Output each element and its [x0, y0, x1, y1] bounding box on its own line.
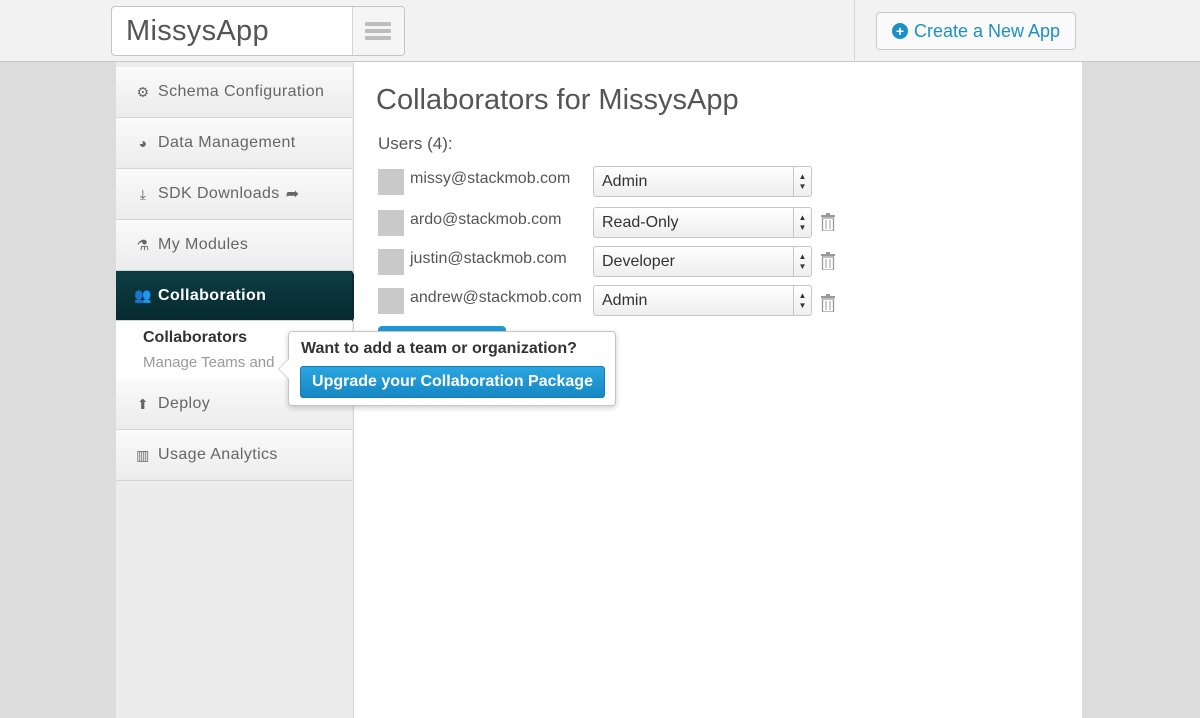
sidebar-item-usage-analytics[interactable]: ▥ Usage Analytics: [116, 430, 352, 481]
hamburger-icon: [365, 22, 391, 26]
upgrade-popover: Want to add a team or organization? Upgr…: [278, 331, 616, 406]
page-title: Collaborators for MissysApp: [376, 84, 739, 116]
flask-icon: ⚗: [136, 236, 150, 253]
share-arrow-icon: ➦: [285, 186, 300, 203]
trash-icon[interactable]: [821, 252, 835, 270]
role-value: Read-Only: [602, 214, 679, 231]
user-email: justin@stackmob.com: [410, 250, 567, 267]
sidebar-item-label: Collaboration: [158, 286, 267, 304]
users-count-label: Users (4):: [378, 134, 453, 153]
upgrade-collaboration-button[interactable]: Upgrade your Collaboration Package: [300, 366, 605, 398]
sidebar-item-label: Deploy: [158, 395, 211, 412]
hamburger-icon-bar: [365, 29, 391, 33]
user-email: missy@stackmob.com: [410, 170, 571, 187]
create-new-app-label: Create a New App: [913, 20, 1061, 41]
download-icon: ⤓: [139, 185, 147, 202]
user-email: andrew@stackmob.com: [410, 289, 582, 306]
trash-icon[interactable]: [821, 294, 835, 312]
sidebar-item-schema-configuration[interactable]: ⚙ Schema Configuration: [116, 67, 352, 118]
bar-chart-icon: ▥: [136, 446, 150, 463]
role-select[interactable]: Read-Only ▲ ▼: [593, 207, 812, 238]
sidebar-item-label: Schema Configuration: [158, 83, 325, 100]
gears-icon: ⚙: [136, 83, 150, 100]
user-row: missy@stackmob.com Admin ▲ ▼: [378, 166, 848, 198]
header-divider: [854, 0, 855, 62]
select-arrows-icon: ▲ ▼: [793, 247, 811, 276]
avatar: [378, 288, 404, 314]
sidebar-item-label: SDK Downloads: [158, 185, 280, 202]
role-value: Developer: [602, 253, 675, 270]
user-row: andrew@stackmob.com Admin ▲ ▼: [378, 285, 848, 317]
role-value: Admin: [602, 292, 648, 309]
submenu-collaborators[interactable]: Collaborators: [143, 329, 247, 347]
sidebar-item-data-management[interactable]: ◕ Data Management: [116, 118, 352, 169]
trash-icon[interactable]: [821, 213, 835, 231]
role-value: Admin: [602, 173, 648, 190]
select-arrows-icon: ▲ ▼: [793, 208, 811, 237]
arrow-circle-up-icon: ⬆: [136, 395, 150, 412]
user-row: justin@stackmob.com Developer ▲ ▼: [378, 246, 848, 278]
user-row: ardo@stackmob.com Read-Only ▲ ▼: [378, 207, 848, 239]
sidebar-item-my-modules[interactable]: ⚗ My Modules: [116, 220, 352, 271]
app-switcher[interactable]: MissysApp: [111, 6, 405, 56]
sidebar-item-sdk-downloads[interactable]: ⤓ SDK Downloads ➦: [116, 169, 352, 220]
popover-message: Want to add a team or organization?: [301, 340, 577, 357]
hamburger-icon-bar: [365, 36, 391, 40]
plus-circle-icon: +: [891, 23, 908, 39]
hamburger-menu-button[interactable]: [352, 7, 404, 55]
select-arrows-icon: ▲ ▼: [793, 167, 811, 196]
avatar: [378, 210, 404, 236]
top-header: MissysApp + Create a New App: [0, 0, 1200, 62]
sidebar-item-label: Usage Analytics: [158, 446, 278, 463]
users-icon: 👥: [134, 287, 152, 303]
role-select[interactable]: Admin ▲ ▼: [593, 166, 812, 197]
avatar: [378, 249, 404, 275]
sidebar-item-collaboration[interactable]: 👥 Collaboration: [116, 271, 366, 322]
dashboard-icon: ◕: [138, 135, 148, 151]
avatar: [378, 169, 404, 195]
sidebar-item-label: My Modules: [158, 236, 249, 253]
user-email: ardo@stackmob.com: [410, 211, 562, 228]
role-select[interactable]: Developer ▲ ▼: [593, 246, 812, 277]
submenu-manage-teams[interactable]: Manage Teams and: [143, 354, 283, 371]
create-new-app-button[interactable]: + Create a New App: [876, 12, 1076, 50]
app-name: MissysApp: [126, 15, 269, 47]
sidebar-item-label: Data Management: [158, 134, 296, 151]
role-select[interactable]: Admin ▲ ▼: [593, 285, 812, 316]
select-arrows-icon: ▲ ▼: [793, 286, 811, 315]
